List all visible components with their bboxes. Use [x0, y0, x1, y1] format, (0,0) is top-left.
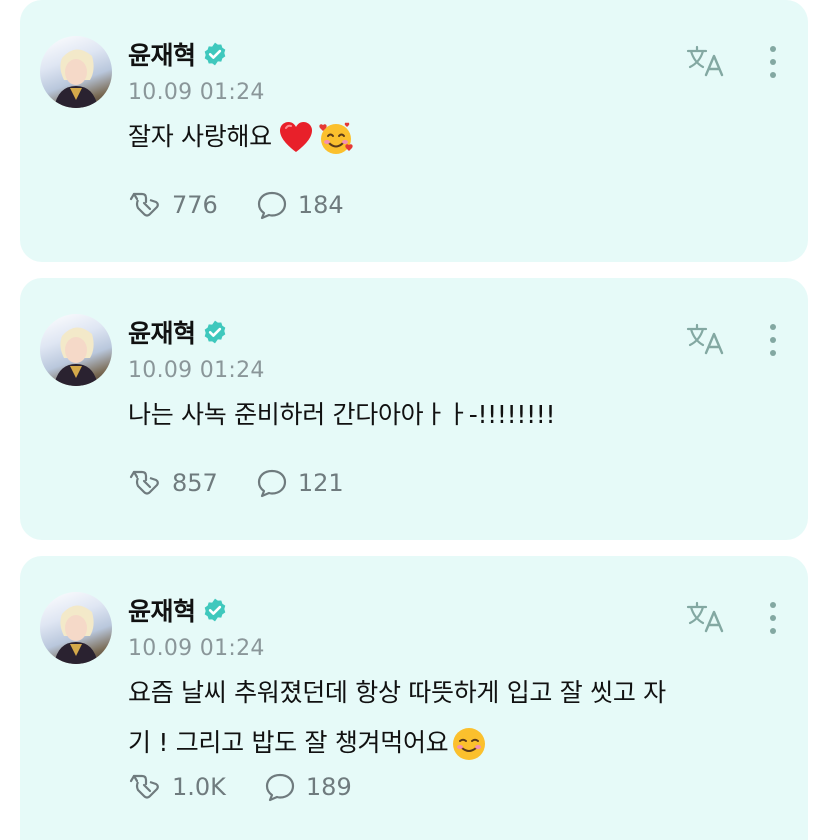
repost-count: 1.0K [172, 773, 226, 801]
repost-icon [129, 470, 159, 495]
post-text-line: 요즘 날씨 추워졌던데 항상 따뜻하게 입고 잘 씻고 자 [128, 678, 666, 707]
smiling-face-emoji [453, 728, 486, 760]
post-timestamp: 10.09 01:24 [128, 80, 265, 105]
verified-badge-icon [204, 42, 225, 66]
avatar[interactable] [40, 592, 112, 664]
smiling-face-with-hearts-emoji [319, 122, 353, 154]
post-text: 나는 사녹 준비하러 간다아아ㅏㅏ-!!!!!!!! [128, 390, 768, 440]
author-name[interactable]: 윤재혁 [128, 36, 196, 72]
comment-count: 121 [297, 469, 344, 497]
post-stats: 857 121 [128, 468, 382, 498]
more-options-icon[interactable] [770, 324, 776, 363]
avatar[interactable] [40, 314, 112, 386]
post-text: 잘자 사랑해요 [128, 112, 768, 162]
post-text-line: 기 ! 그리고 밥도 잘 챙겨먹어요 [128, 718, 768, 768]
more-options-icon[interactable] [770, 602, 776, 641]
comment-icon [257, 191, 286, 220]
repost-count: 857 [172, 469, 218, 497]
repost-count: 776 [172, 191, 218, 219]
translate-icon[interactable] [686, 600, 726, 634]
repost-icon [129, 192, 159, 217]
author-name[interactable]: 윤재혁 [128, 314, 196, 350]
comment-button[interactable]: 121 [256, 468, 344, 498]
post-text: 요즘 날씨 추워졌던데 항상 따뜻하게 입고 잘 씻고 자 기 ! 그리고 밥도… [128, 668, 768, 768]
comment-button[interactable]: 184 [256, 190, 344, 220]
heart-emoji [279, 122, 312, 152]
comment-count: 184 [297, 191, 344, 219]
repost-button[interactable]: 857 [128, 468, 218, 498]
post-card[interactable]: 윤재혁 10.09 01:24 잘자 사랑해요 776 184 [20, 0, 808, 262]
more-options-icon[interactable] [770, 46, 776, 85]
post-card[interactable]: 윤재혁 10.09 01:24 요즘 날씨 추워졌던데 항상 따뜻하게 입고 잘… [20, 556, 808, 840]
repost-button[interactable]: 776 [128, 190, 218, 220]
avatar[interactable] [40, 36, 112, 108]
repost-icon [129, 774, 159, 799]
verified-badge-icon [204, 320, 225, 344]
post-card[interactable]: 윤재혁 10.09 01:24 나는 사녹 준비하러 간다아아ㅏㅏ-!!!!!!… [20, 278, 808, 540]
repost-button[interactable]: 1.0K [128, 772, 226, 802]
post-stats: 1.0K 189 [128, 772, 390, 802]
comment-icon [265, 773, 295, 802]
post-stats: 776 184 [128, 190, 382, 220]
verified-badge-icon [204, 598, 225, 622]
post-timestamp: 10.09 01:24 [128, 636, 265, 661]
translate-icon[interactable] [686, 322, 726, 356]
comment-button[interactable]: 189 [264, 772, 352, 802]
translate-icon[interactable] [686, 44, 726, 78]
post-text-content: 나는 사녹 준비하러 간다아아ㅏㅏ-!!!!!!!! [128, 400, 556, 429]
comment-count: 189 [305, 773, 352, 801]
post-text-content: 잘자 사랑해요 [128, 122, 272, 151]
post-text-content: 기 ! 그리고 밥도 잘 챙겨먹어요 [128, 728, 449, 757]
author-name[interactable]: 윤재혁 [128, 592, 196, 628]
comment-icon [257, 469, 286, 498]
post-timestamp: 10.09 01:24 [128, 358, 265, 383]
